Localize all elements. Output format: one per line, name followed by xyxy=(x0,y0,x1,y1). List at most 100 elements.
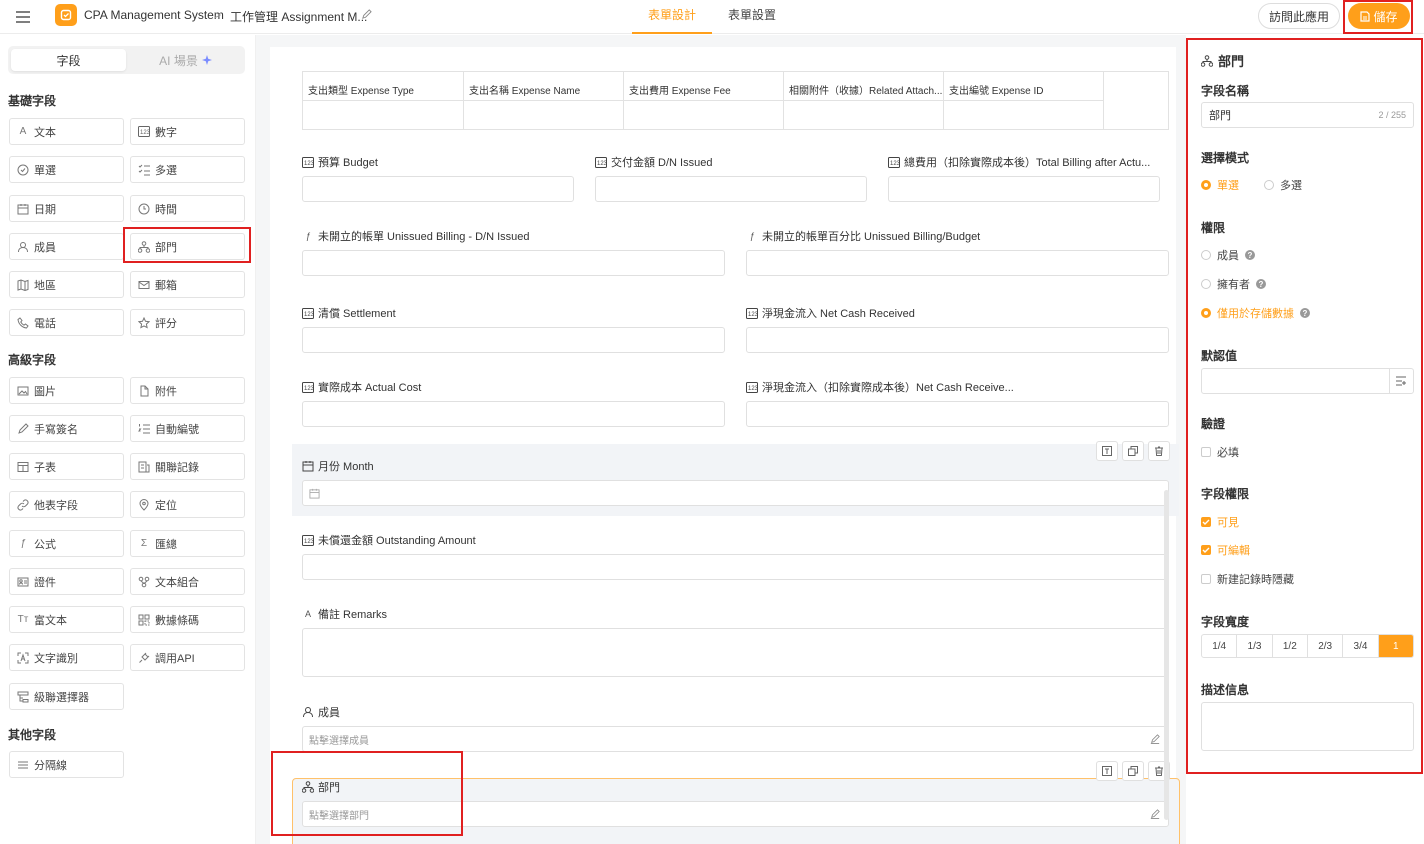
field-label-net-cash-after[interactable]: 123 淨現金流入（扣除實際成本後）Net Cash Receive... xyxy=(746,379,1014,395)
help-icon[interactable]: ? xyxy=(1245,250,1255,260)
field-label-net-cash[interactable]: 123 淨現金流入 Net Cash Received xyxy=(746,305,915,321)
checkbox-required[interactable]: 必填 xyxy=(1201,444,1239,460)
formula-icon: ƒ xyxy=(305,231,311,241)
field-label: 文字識別 xyxy=(34,652,78,665)
field-time[interactable]: 時間 xyxy=(130,195,245,222)
breadcrumb[interactable]: 工作管理 Assignment M... xyxy=(230,8,367,25)
field-number[interactable]: 123 數字 xyxy=(130,118,245,145)
field-label-outstanding[interactable]: 123 未償還金額 Outstanding Amount xyxy=(302,532,476,548)
field-email[interactable]: 郵箱 xyxy=(130,271,245,298)
field-auto-number[interactable]: 自動編號 xyxy=(130,415,245,442)
width-option-selected[interactable]: 1 xyxy=(1378,635,1413,657)
field-label-member[interactable]: 成員 xyxy=(302,704,340,720)
field-department[interactable]: 部門 xyxy=(130,233,245,260)
checkbox-editable[interactable]: 可編輯 xyxy=(1201,542,1250,558)
default-value-input[interactable] xyxy=(1201,368,1414,394)
field-date[interactable]: 日期 xyxy=(9,195,124,222)
subtable-preview[interactable]: 支出類型 Expense Type 支出名稱 Expense Name 支出費用… xyxy=(302,71,1169,130)
field-signature[interactable]: 手寫簽名 xyxy=(9,415,124,442)
field-single-select[interactable]: 單選 xyxy=(9,156,124,183)
save-button[interactable]: 儲存 xyxy=(1348,3,1410,29)
field-id-card[interactable]: 證件 xyxy=(9,568,124,595)
total-billing-input[interactable] xyxy=(888,176,1160,202)
field-image[interactable]: 圖片 xyxy=(9,377,124,404)
dn-issued-input[interactable] xyxy=(595,176,867,202)
qr-code-icon xyxy=(138,614,150,626)
tab-ai-scenarios[interactable]: AI 場景 xyxy=(130,49,242,71)
menu-icon[interactable] xyxy=(14,8,32,26)
field-attachment[interactable]: 附件 xyxy=(130,377,245,404)
copy-icon[interactable] xyxy=(1122,761,1144,781)
field-label-total-billing[interactable]: 123 總費用（扣除實際成本後）Total Billing after Actu.… xyxy=(888,154,1150,170)
radio-multi[interactable]: 多選 xyxy=(1264,177,1302,193)
width-option[interactable]: 3/4 xyxy=(1343,635,1379,657)
width-option[interactable]: 2/3 xyxy=(1308,635,1344,657)
field-rollup[interactable]: Σ 匯總 xyxy=(130,530,245,557)
field-label-unissued-pct[interactable]: ƒ 未開立的帳單百分比 Unissued Billing/Budget xyxy=(746,228,980,244)
list-settings-icon[interactable] xyxy=(1389,369,1413,393)
field-divider[interactable]: 分隔線 xyxy=(9,751,124,778)
field-linked-record[interactable]: 關聯記錄 xyxy=(130,453,245,480)
checkbox-hide-new[interactable]: 新建記錄時隱藏 xyxy=(1201,571,1294,587)
field-name-input[interactable]: 部門 2 / 255 xyxy=(1201,102,1414,128)
net-cash-after-input[interactable] xyxy=(746,401,1169,427)
scrollbar[interactable] xyxy=(1164,490,1169,820)
app-title[interactable]: CPA Management System xyxy=(84,8,224,22)
field-lookup[interactable]: 他表字段 xyxy=(9,491,124,518)
field-multi-select[interactable]: 多選 xyxy=(130,156,245,183)
unissued-input[interactable] xyxy=(302,250,725,276)
field-formula[interactable]: ƒ 公式 xyxy=(9,530,124,557)
field-label-dn-issued[interactable]: 123 交付金額 D/N Issued xyxy=(595,154,712,170)
title-toggle-icon[interactable] xyxy=(1096,441,1118,461)
field-location[interactable]: 定位 xyxy=(130,491,245,518)
radio-single[interactable]: 單選 xyxy=(1201,177,1239,193)
help-icon[interactable]: ? xyxy=(1256,279,1266,289)
field-subtable[interactable]: 子表 xyxy=(9,453,124,480)
width-option[interactable]: 1/2 xyxy=(1273,635,1308,657)
checkbox-visible[interactable]: 可見 xyxy=(1201,514,1239,530)
member-picker[interactable]: 點擊選擇成員 xyxy=(302,726,1169,752)
field-label-month[interactable]: 月份 Month xyxy=(302,458,374,474)
width-option[interactable]: 1/4 xyxy=(1202,635,1238,657)
settlement-input[interactable] xyxy=(302,327,725,353)
tab-form-design[interactable]: 表單設計 xyxy=(632,0,712,34)
trash-icon[interactable] xyxy=(1148,441,1170,461)
department-picker[interactable]: 點擊選擇部門 xyxy=(302,801,1169,827)
field-label-remarks[interactable]: A 備註 Remarks xyxy=(302,606,387,622)
actual-cost-input[interactable] xyxy=(302,401,725,427)
radio-perm-member[interactable]: 成員? xyxy=(1201,247,1255,263)
radio-perm-owner[interactable]: 擁有者? xyxy=(1201,276,1266,292)
month-input[interactable] xyxy=(302,480,1169,506)
field-label-actual-cost[interactable]: 123 實際成本 Actual Cost xyxy=(302,379,421,395)
help-icon[interactable]: ? xyxy=(1300,308,1310,318)
field-label-department[interactable]: 部門 xyxy=(302,779,340,795)
field-cascader[interactable]: 級聯選擇器 xyxy=(9,683,124,710)
tab-form-settings[interactable]: 表單設置 xyxy=(713,0,791,34)
field-label-settlement[interactable]: 123 清償 Settlement xyxy=(302,305,396,321)
width-option[interactable]: 1/3 xyxy=(1237,635,1273,657)
visit-app-button[interactable]: 訪問此應用 xyxy=(1258,3,1340,29)
field-call-api[interactable]: 調用API xyxy=(130,644,245,671)
field-rich-text[interactable]: Tт 富文本 xyxy=(9,606,124,633)
field-ocr[interactable]: 文字識別 xyxy=(9,644,124,671)
field-text[interactable]: A 文本 xyxy=(9,118,124,145)
copy-icon[interactable] xyxy=(1122,441,1144,461)
field-text-combine[interactable]: 文本組合 xyxy=(130,568,245,595)
remarks-textarea[interactable] xyxy=(302,628,1169,677)
field-barcode[interactable]: 數據條碼 xyxy=(130,606,245,633)
field-label-budget[interactable]: 123 預算 Budget xyxy=(302,154,378,170)
field-member[interactable]: 成員 xyxy=(9,233,124,260)
budget-input[interactable] xyxy=(302,176,574,202)
net-cash-input[interactable] xyxy=(746,327,1169,353)
field-rating[interactable]: 評分 xyxy=(130,309,245,336)
title-toggle-icon[interactable] xyxy=(1096,761,1118,781)
field-region[interactable]: 地區 xyxy=(9,271,124,298)
unissued-pct-input[interactable] xyxy=(746,250,1169,276)
tab-fields[interactable]: 字段 xyxy=(11,49,126,71)
description-textarea[interactable] xyxy=(1201,702,1414,751)
field-phone[interactable]: 電話 xyxy=(9,309,124,336)
field-label-unissued[interactable]: ƒ 未開立的帳單 Unissued Billing - D/N Issued xyxy=(302,228,529,244)
outstanding-input[interactable] xyxy=(302,554,1169,580)
edit-icon[interactable] xyxy=(361,9,372,20)
radio-perm-storage[interactable]: 僅用於存儲數據? xyxy=(1201,305,1310,321)
